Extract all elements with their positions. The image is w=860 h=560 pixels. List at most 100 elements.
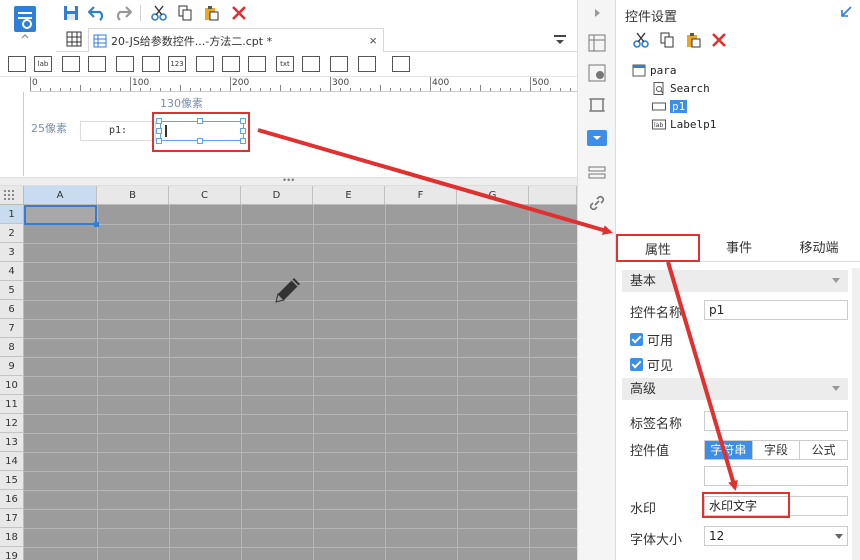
undo-icon[interactable] xyxy=(86,3,108,23)
frame-icon[interactable] xyxy=(586,94,608,116)
row-header[interactable]: 3 xyxy=(0,243,24,262)
p1-label-widget[interactable]: p1: xyxy=(80,121,156,141)
tab-properties[interactable]: 属性 xyxy=(616,234,700,262)
row-header[interactable]: 2 xyxy=(0,224,24,243)
column-header[interactable]: C xyxy=(169,186,241,205)
row-header[interactable]: 6 xyxy=(0,300,24,319)
row-header[interactable]: 9 xyxy=(0,357,24,376)
dropdown-widget-button[interactable] xyxy=(88,56,106,72)
section-basic[interactable]: 基本 xyxy=(622,270,848,292)
textbox-widget-button[interactable] xyxy=(62,56,80,72)
app-logo-icon[interactable] xyxy=(12,4,38,40)
font-size-select[interactable]: 12 xyxy=(704,526,848,546)
row-header[interactable]: 1 xyxy=(0,205,24,224)
column-header[interactable]: B xyxy=(97,186,169,205)
row-header[interactable]: 8 xyxy=(0,338,24,357)
close-tab-icon[interactable]: × xyxy=(369,33,377,48)
sheet-corner[interactable] xyxy=(0,186,24,205)
tab-cpt-file[interactable]: 20-JS给参数控件...-方法二.cpt * × xyxy=(88,28,384,52)
condition-icon[interactable] xyxy=(586,162,608,184)
row-header[interactable]: 10 xyxy=(0,376,24,395)
row-header[interactable]: 7 xyxy=(0,319,24,338)
widget-name-input[interactable]: p1 xyxy=(704,300,848,320)
row-header[interactable]: 13 xyxy=(0,433,24,452)
parameter-pane[interactable]: 130像素 25像素 p1: xyxy=(25,93,577,177)
lab-widget-button[interactable]: lab xyxy=(34,56,52,72)
selected-cell-a1[interactable] xyxy=(24,205,99,227)
number-widget-button[interactable]: 123 xyxy=(168,56,186,72)
row-header[interactable]: 5 xyxy=(0,281,24,300)
tree-item-p1[interactable]: p1 xyxy=(652,98,688,115)
radio-group-widget-button[interactable] xyxy=(222,56,240,72)
txt-widget-button[interactable]: txt xyxy=(276,56,294,72)
copy-icon[interactable] xyxy=(174,3,196,23)
cut-icon[interactable] xyxy=(630,30,652,50)
tag-name-input[interactable] xyxy=(704,411,848,431)
copy-icon[interactable] xyxy=(656,30,678,50)
tab-mobile[interactable]: 移动端 xyxy=(778,234,860,262)
paste-icon[interactable] xyxy=(200,3,222,23)
tab-events[interactable]: 事件 xyxy=(700,234,778,262)
delete-icon[interactable] xyxy=(708,30,730,50)
delete-icon[interactable] xyxy=(228,3,250,23)
value-mode-field[interactable]: 字段 xyxy=(753,441,801,459)
cell-element-icon[interactable] xyxy=(586,62,608,84)
visible-checkbox[interactable]: 可见 xyxy=(630,355,673,374)
tree-item-para[interactable]: para xyxy=(632,62,677,79)
date-widget-button[interactable] xyxy=(116,56,134,72)
paste-icon[interactable] xyxy=(682,30,704,50)
fill-handle[interactable] xyxy=(94,222,99,227)
tab-menu-icon[interactable] xyxy=(553,33,567,47)
cut-icon[interactable] xyxy=(148,3,170,23)
row-header[interactable]: 15 xyxy=(0,471,24,490)
column-header[interactable]: A xyxy=(24,186,97,205)
row-header[interactable]: 14 xyxy=(0,452,24,471)
cell-attribute-icon[interactable] xyxy=(586,32,608,54)
resize-handle[interactable] xyxy=(240,118,246,124)
save-icon[interactable] xyxy=(60,3,82,23)
resize-handle[interactable] xyxy=(156,128,162,134)
checkbox-group-widget-button[interactable] xyxy=(248,56,266,72)
spreadsheet-grid[interactable]: A B C D E F G 1 2 3 4 5 6 7 8 9 10 11 12… xyxy=(0,186,577,560)
grid-template-icon[interactable] xyxy=(66,31,82,47)
section-advanced[interactable]: 高级 xyxy=(622,378,848,400)
panel-scrollbar[interactable] xyxy=(852,268,860,560)
textarea-widget-button[interactable] xyxy=(196,56,214,72)
resize-handle[interactable] xyxy=(156,138,162,144)
widget-value-input[interactable] xyxy=(704,466,848,486)
tree-item-search[interactable]: Search xyxy=(652,80,710,97)
row-header[interactable]: 16 xyxy=(0,490,24,509)
column-header[interactable]: D xyxy=(241,186,313,205)
row-header[interactable]: 12 xyxy=(0,414,24,433)
label-widget-button[interactable] xyxy=(8,56,26,72)
column-header[interactable]: F xyxy=(385,186,457,205)
calendar-widget-button[interactable] xyxy=(142,56,160,72)
column-header[interactable]: G xyxy=(457,186,529,205)
row-header[interactable]: 18 xyxy=(0,528,24,547)
pin-arrow-icon[interactable] xyxy=(840,6,852,18)
column-header[interactable]: E xyxy=(313,186,385,205)
value-mode-string[interactable]: 字符串 xyxy=(705,441,753,459)
pane-splitter[interactable]: ••• xyxy=(0,175,577,186)
row-header[interactable]: 4 xyxy=(0,262,24,281)
collapse-arrow-icon[interactable] xyxy=(586,2,608,24)
resize-handle[interactable] xyxy=(240,138,246,144)
hyperlink-icon[interactable] xyxy=(586,192,608,214)
tree-item-labelp1[interactable]: lab Labelp1 xyxy=(652,116,716,133)
resize-handle[interactable] xyxy=(156,118,162,124)
row-header[interactable]: 19 xyxy=(0,547,24,560)
checkbox-widget-button[interactable] xyxy=(330,56,348,72)
row-header[interactable]: 11 xyxy=(0,395,24,414)
enabled-checkbox[interactable]: 可用 xyxy=(630,330,673,349)
row-header[interactable]: 17 xyxy=(0,509,24,528)
resize-handle[interactable] xyxy=(197,138,203,144)
column-header[interactable] xyxy=(529,186,577,205)
resize-handle[interactable] xyxy=(197,118,203,124)
widget-settings-icon[interactable] xyxy=(587,130,607,146)
tree-widget-button[interactable] xyxy=(358,56,376,72)
more-widgets-button[interactable] xyxy=(392,56,410,72)
password-widget-button[interactable] xyxy=(302,56,320,72)
value-mode-formula[interactable]: 公式 xyxy=(800,441,847,459)
redo-icon[interactable] xyxy=(112,3,134,23)
resize-handle[interactable] xyxy=(240,128,246,134)
